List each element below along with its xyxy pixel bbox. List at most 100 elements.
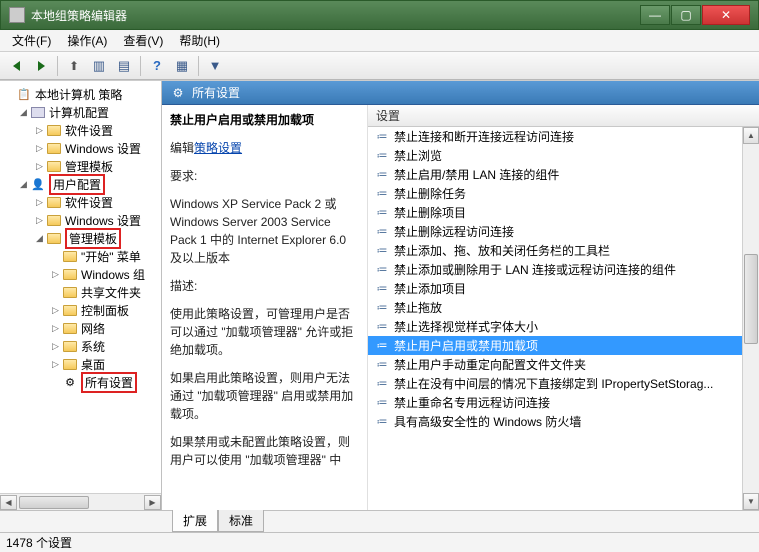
list-item-label: 禁止连接和断开连接远程访问连接 — [394, 128, 574, 145]
scroll-right-button[interactable]: ▶ — [144, 495, 161, 510]
list-item[interactable]: ≔禁止用户手动重定向配置文件文件夹 — [368, 355, 759, 374]
folder-icon — [62, 285, 78, 299]
list-item[interactable]: ≔禁止启用/禁用 LAN 连接的组件 — [368, 165, 759, 184]
scroll-track[interactable] — [743, 144, 759, 493]
list-item[interactable]: ≔ 禁止浏览 — [368, 146, 759, 165]
tree-software-settings[interactable]: ▷ 软件设置 — [0, 121, 161, 139]
list-item-label: 禁止添加或删除用于 LAN 连接或远程访问连接的组件 — [394, 261, 676, 278]
scroll-down-button[interactable]: ▼ — [743, 493, 759, 510]
status-bar: 1478 个设置 — [0, 532, 759, 552]
description-text-3: 如果禁用或未配置此策略设置，则用户可以使用 "加载项管理器" 中 — [170, 433, 359, 469]
computer-icon — [30, 105, 46, 119]
list-item-label: 禁止启用/禁用 LAN 连接的组件 — [394, 166, 559, 183]
menu-action[interactable]: 操作(A) — [59, 30, 115, 51]
menu-view[interactable]: 查看(V) — [115, 30, 171, 51]
filter-button[interactable]: ▼ — [203, 55, 227, 77]
tree-icon: ▥ — [93, 58, 105, 74]
list-item-label: 禁止拖放 — [394, 299, 442, 316]
list-item[interactable]: ≔具有高级安全性的 Windows 防火墙 — [368, 412, 759, 431]
requirements-text: Windows XP Service Pack 2 或 Windows Serv… — [170, 195, 359, 267]
list-vertical-scrollbar[interactable]: ▲ ▼ — [742, 127, 759, 510]
tree-label: 管理模板 — [65, 228, 121, 249]
up-button[interactable]: ⬆ — [62, 55, 86, 77]
menu-file[interactable]: 文件(F) — [4, 30, 59, 51]
maximize-button[interactable]: ▢ — [671, 5, 701, 25]
twisty-icon: ◢ — [18, 107, 29, 118]
tree-network[interactable]: ▷ 网络 — [0, 319, 161, 337]
twisty-icon: ▷ — [50, 323, 61, 334]
setting-icon: ≔ — [374, 187, 390, 201]
twisty-icon: ◢ — [18, 179, 29, 190]
tree-label: 控制面板 — [81, 302, 129, 319]
tree-label: 桌面 — [81, 356, 105, 373]
setting-icon: ≔ — [374, 320, 390, 334]
list-item[interactable]: ≔禁止连接和断开连接远程访问连接 — [368, 127, 759, 146]
status-text: 1478 个设置 — [6, 534, 72, 551]
tree-windows-settings[interactable]: ▷ Windows 设置 — [0, 139, 161, 157]
help-button[interactable]: ? — [145, 55, 169, 77]
tree-desktop[interactable]: ▷ 桌面 — [0, 355, 161, 373]
scroll-thumb[interactable] — [19, 496, 89, 509]
tree-computer-config[interactable]: ◢ 计算机配置 — [0, 103, 161, 121]
list-item[interactable]: ≔禁止删除项目 — [368, 203, 759, 222]
tab-standard[interactable]: 标准 — [218, 510, 264, 532]
tree-all-settings[interactable]: ⚙ 所有设置 — [0, 373, 161, 391]
menu-help[interactable]: 帮助(H) — [171, 30, 228, 51]
nav-tree: 📋 本地计算机 策略 ◢ 计算机配置 ▷ 软件设置 ▷ Windows 设置 ▷ — [0, 81, 161, 395]
close-button[interactable]: ✕ — [702, 5, 750, 25]
setting-icon: ≔ — [374, 149, 390, 163]
list-item[interactable]: ≔禁止拖放 — [368, 298, 759, 317]
list-item[interactable]: ≔禁止选择视觉样式字体大小 — [368, 317, 759, 336]
column-label: 设置 — [376, 107, 400, 124]
scroll-thumb[interactable] — [744, 254, 758, 344]
twisty-icon: ▷ — [34, 125, 45, 136]
funnel-icon: ▼ — [209, 58, 222, 73]
list-column-header[interactable]: 设置 — [368, 105, 759, 127]
tree-shared-folders[interactable]: 共享文件夹 — [0, 283, 161, 301]
export-button[interactable]: ▤ — [112, 55, 136, 77]
forward-button[interactable] — [29, 55, 53, 77]
tree-user-admin-templates[interactable]: ◢ 管理模板 — [0, 229, 161, 247]
tree-horizontal-scrollbar[interactable]: ◀ ▶ — [0, 493, 161, 510]
back-button[interactable] — [4, 55, 28, 77]
list-item[interactable]: ≔禁止重命名专用远程访问连接 — [368, 393, 759, 412]
tree-admin-templates[interactable]: ▷ 管理模板 — [0, 157, 161, 175]
tree-user-config[interactable]: ◢ 👤 用户配置 — [0, 175, 161, 193]
scroll-left-button[interactable]: ◀ — [0, 495, 17, 510]
tree-start-menu[interactable]: "开始" 菜单 — [0, 247, 161, 265]
tree-control-panel[interactable]: ▷ 控制面板 — [0, 301, 161, 319]
setting-icon: ≔ — [374, 415, 390, 429]
list-item[interactable]: ≔禁止添加项目 — [368, 279, 759, 298]
edit-policy-link[interactable]: 策略设置 — [194, 141, 242, 155]
twisty-icon: ▷ — [34, 161, 45, 172]
twisty-icon: ◢ — [34, 233, 45, 244]
tree-windows-components[interactable]: ▷ Windows 组 — [0, 265, 161, 283]
list-item[interactable]: ≔禁止在没有中间层的情况下直接绑定到 IPropertySetStorag... — [368, 374, 759, 393]
setting-icon: ≔ — [374, 282, 390, 296]
tree-user-windows[interactable]: ▷ Windows 设置 — [0, 211, 161, 229]
tree-label: 计算机配置 — [49, 104, 109, 121]
list-item-label: 禁止浏览 — [394, 147, 442, 164]
tree-system[interactable]: ▷ 系统 — [0, 337, 161, 355]
list-item[interactable]: ≔ 禁止添加或删除用于 LAN 连接或远程访问连接的组件 — [368, 260, 759, 279]
tree-user-software[interactable]: ▷ 软件设置 — [0, 193, 161, 211]
list-item-label: 禁止在没有中间层的情况下直接绑定到 IPropertySetStorag... — [394, 375, 713, 392]
list-item[interactable]: ≔禁止删除任务 — [368, 184, 759, 203]
setting-icon: ≔ — [374, 263, 390, 277]
arrow-left-icon — [13, 61, 20, 71]
help-icon: ? — [153, 58, 161, 73]
tab-extended[interactable]: 扩展 — [172, 510, 218, 532]
show-hide-tree-button[interactable]: ▥ — [87, 55, 111, 77]
folder-icon — [46, 195, 62, 209]
scroll-track[interactable] — [17, 495, 144, 510]
tree-root[interactable]: 📋 本地计算机 策略 — [0, 85, 161, 103]
list-item[interactable]: ≔禁止添加、拖、放和关闭任务栏的工具栏 — [368, 241, 759, 260]
minimize-button[interactable]: — — [640, 5, 670, 25]
detail-tabs: 扩展 标准 — [0, 510, 759, 532]
tree-label: 系统 — [81, 338, 105, 355]
list-item[interactable]: ≔禁止删除远程访问连接 — [368, 222, 759, 241]
scroll-up-button[interactable]: ▲ — [743, 127, 759, 144]
detail-header: ⚙ 所有设置 — [162, 81, 759, 105]
properties-button[interactable]: ▦ — [170, 55, 194, 77]
list-item[interactable]: ≔禁止用户启用或禁用加载项 — [368, 336, 759, 355]
